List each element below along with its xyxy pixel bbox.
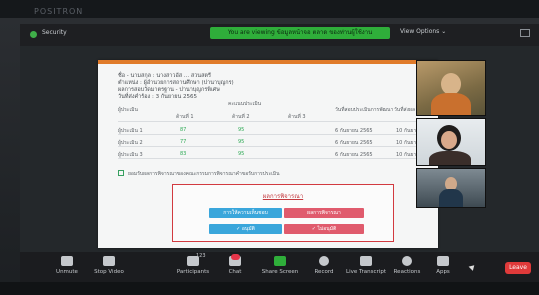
participant-video-tile[interactable] <box>416 118 486 166</box>
table-cell-score: 95 <box>238 139 245 145</box>
info-date: วันที่ส่งคำร้อง : 3 กันยายน 2565 <box>118 94 197 100</box>
participant-video-tile[interactable] <box>416 168 486 208</box>
participant-body <box>431 93 471 115</box>
share-screen-button[interactable]: Share Screen <box>257 256 303 275</box>
share-screen-icon <box>274 256 286 266</box>
document-header-band <box>98 60 438 64</box>
participant-body <box>439 189 463 207</box>
stop-video-label: Stop Video <box>94 269 124 275</box>
table-header-sub1: ด้านที่ 1 <box>176 114 194 120</box>
endorse-button[interactable]: การให้ความเห็นชอบ <box>209 208 282 218</box>
table-cell-score: 77 <box>180 139 187 145</box>
accept-checkbox[interactable] <box>118 170 124 176</box>
table-divider <box>118 158 438 159</box>
approve-button[interactable]: ✓ อนุมัติ <box>209 224 282 234</box>
security-shield-icon[interactable] <box>30 31 37 38</box>
result-button[interactable]: ผลการพิจารณา <box>284 208 364 218</box>
participant-video-tile[interactable] <box>416 60 486 116</box>
table-cell-score: 95 <box>238 151 245 157</box>
table-divider <box>118 134 438 135</box>
share-screen-label: Share Screen <box>261 269 299 275</box>
monitor-bezel-bottom <box>0 282 539 295</box>
table-cell-score: 87 <box>180 127 187 133</box>
participant-face <box>441 73 461 95</box>
unmute-button[interactable]: Unmute <box>44 256 90 275</box>
record-label: Record <box>314 269 334 275</box>
participants-button[interactable]: Participants <box>170 256 216 275</box>
record-button[interactable]: Record <box>301 256 347 275</box>
monitor-brand: POSITRON <box>34 7 84 16</box>
microphone-icon <box>61 256 73 266</box>
apps-icon <box>437 256 449 266</box>
accept-checkbox-label: ยอมรับผลการพิจารณาของคณะกรรมการพิจารณาคำ… <box>128 171 280 177</box>
apps-button[interactable]: Apps <box>420 256 466 275</box>
meeting-info-label[interactable]: Security <box>42 29 67 36</box>
stop-video-button[interactable]: Stop Video <box>86 256 132 275</box>
table-header-score-group: คะแนนประเมิน <box>228 101 262 107</box>
live-transcript-label: Live Transcript <box>346 269 386 275</box>
table-cell-score: 95 <box>238 127 245 133</box>
participant-body <box>429 151 471 165</box>
table-header-sub3: ด้านที่ 3 <box>288 114 306 120</box>
table-divider <box>118 146 438 147</box>
table-header-exam-date: วันที่สอบประเมินการพัฒนา <box>335 107 394 113</box>
participants-label: Participants <box>176 269 210 275</box>
chat-unread-badge <box>231 254 240 260</box>
table-header-sub2: ด้านที่ 2 <box>232 114 250 120</box>
table-header-assessor: ผู้ประเมิน <box>118 107 138 113</box>
captions-icon <box>360 256 372 266</box>
participants-count: 123 <box>196 253 206 259</box>
table-divider <box>118 121 438 122</box>
record-icon <box>319 256 329 266</box>
viewing-screen-banner: You are viewing ข้อมูลหน้าจอ ตลาด ของท่า… <box>210 27 390 39</box>
reject-button[interactable]: ✓ ไม่อนุมัติ <box>284 224 364 234</box>
video-camera-icon <box>103 256 115 266</box>
chat-label: Chat <box>228 269 242 275</box>
fullscreen-icon[interactable] <box>520 29 530 37</box>
apps-label: Apps <box>436 269 450 275</box>
participant-face <box>441 131 457 149</box>
table-header-submit-date: วันที่ส่งผล <box>394 107 416 113</box>
approval-title: ผลการพิจารณา <box>262 193 304 200</box>
smiley-icon <box>402 256 412 266</box>
live-transcript-button[interactable]: Live Transcript <box>343 256 389 275</box>
table-cell-score: 83 <box>180 151 187 157</box>
unmute-label: Unmute <box>56 269 78 275</box>
view-options-button[interactable]: View Options ⌄ <box>400 28 446 35</box>
leave-button[interactable]: Leave <box>505 262 531 274</box>
